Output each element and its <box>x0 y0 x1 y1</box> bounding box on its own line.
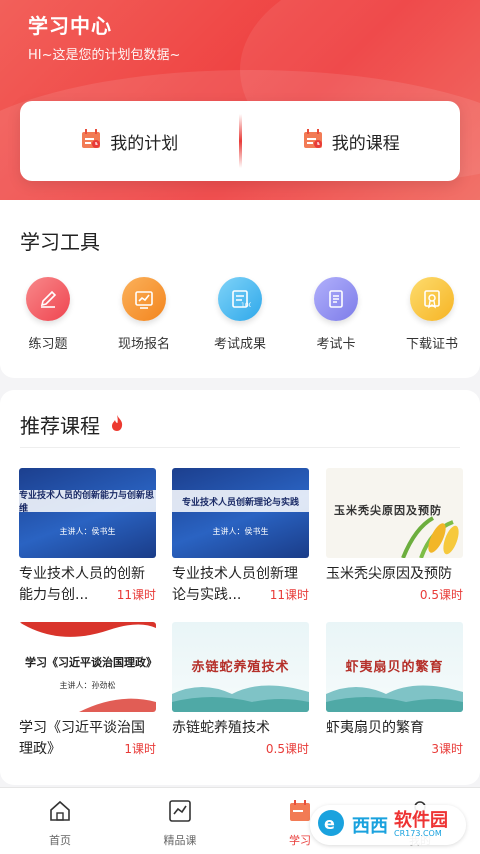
course-hours: 3课时 <box>427 739 463 760</box>
course-hours: 0.5课时 <box>261 739 309 760</box>
tab-label: 精品课 <box>163 834 197 847</box>
svg-text:e: e <box>324 814 335 833</box>
tool-download-certificate[interactable]: 下载证书 <box>384 277 480 352</box>
course-card[interactable]: 学习《习近平谈治国理政》 主讲人：孙劲松 学习《习近平谈治国理政》 1课时 <box>19 622 156 760</box>
course-thumbnail: 学习《习近平谈治国理政》 主讲人：孙劲松 <box>19 622 156 712</box>
tool-practice[interactable]: 练习题 <box>0 277 96 352</box>
chart-icon <box>167 798 193 828</box>
course-card[interactable]: 赤链蛇养殖技术 赤链蛇养殖技术 0.5课时 <box>172 622 309 760</box>
page-subtitle: HI~这是您的计划包数据~ <box>28 48 181 63</box>
thumbnail-title: 虾夷扇贝的繁育 <box>345 660 444 675</box>
course-card[interactable]: 虾夷扇贝的繁育 虾夷扇贝的繁育 3课时 <box>326 622 463 760</box>
my-plan-label: 我的计划 <box>110 133 179 154</box>
thumbnail-title: 学习《习近平谈治国理政》 <box>25 656 156 669</box>
course-card[interactable]: 专业技术人员创新理论与实践 主讲人：侯书生 专业技术人员创新理论与实践... 1… <box>172 468 309 606</box>
report-icon: 100 <box>218 277 262 321</box>
tab-premium-courses[interactable]: 精品课 <box>120 788 240 854</box>
tool-label: 下载证书 <box>405 337 458 352</box>
tools-title: 学习工具 <box>20 230 100 254</box>
svg-text:100: 100 <box>241 302 251 309</box>
course-thumbnail: 专业技术人员创新理论与实践 主讲人：侯书生 <box>172 468 309 558</box>
pencil-icon <box>26 277 70 321</box>
my-course-button[interactable]: 我的课程 <box>242 101 461 181</box>
thumbnail-title: 专业技术人员创新理论与实践 <box>172 490 309 512</box>
course-thumbnail: 赤链蛇养殖技术 <box>172 622 309 712</box>
tab-label: 首页 <box>49 834 71 847</box>
course-hours: 1课时 <box>120 739 156 760</box>
thumbnail-speaker: 主讲人：孙劲松 <box>59 681 116 690</box>
my-plan-button[interactable]: 我的计划 <box>20 101 239 181</box>
plan-course-switch: 我的计划 我的课程 <box>20 101 460 181</box>
calendar-icon <box>302 128 324 154</box>
tab-home[interactable]: 首页 <box>0 788 120 854</box>
thumbnail-title: 赤链蛇养殖技术 <box>191 660 290 675</box>
course-card[interactable]: 专业技术人员的创新能力与创新思维 主讲人：侯书生 专业技术人员的创新能力与创..… <box>19 468 156 606</box>
thumbnail-speaker: 主讲人：侯书生 <box>212 527 269 536</box>
watermark-brand: 西西 <box>352 816 388 837</box>
card-icon <box>314 277 358 321</box>
certificate-icon <box>410 277 454 321</box>
tool-label: 考试卡 <box>316 337 356 352</box>
thumbnail-title: 专业技术人员的创新能力与创新思维 <box>19 490 156 514</box>
watermark-logo: e 西西 软件园 CR173.COM <box>310 805 466 845</box>
tool-label: 练习题 <box>28 337 68 352</box>
corn-illustration <box>401 516 459 558</box>
course-card[interactable]: 玉米秃尖原因及预防 玉米秃尖原因及预防 0.5课时 <box>326 468 463 606</box>
tool-exam-card[interactable]: 考试卡 <box>288 277 384 352</box>
watermark-brand2: 软件园 <box>394 810 448 831</box>
watermark-site: CR173.COM <box>394 829 442 838</box>
recommended-courses-section: 推荐课程 专业技术人员的创新能力与创新思维 主讲人：侯书生 专业技术人员的创新能… <box>0 390 480 785</box>
thumbnail-speaker: 主讲人：侯书生 <box>59 527 116 536</box>
tool-exam-results[interactable]: 100 考试成果 <box>192 277 288 352</box>
learning-tools-section: 学习工具 练习题 现场报名 100 考试成果 考试卡 下载证书 <box>0 200 480 378</box>
tool-onsite-signup[interactable]: 现场报名 <box>96 277 192 352</box>
home-icon <box>47 798 73 828</box>
recommend-title: 推荐课程 <box>20 414 100 438</box>
course-hours: 11课时 <box>265 585 309 606</box>
tool-label: 考试成果 <box>213 337 266 352</box>
course-thumbnail: 玉米秃尖原因及预防 <box>326 468 463 558</box>
course-hours: 0.5课时 <box>415 585 463 606</box>
course-hours: 11课时 <box>112 585 156 606</box>
course-thumbnail: 专业技术人员的创新能力与创新思维 主讲人：侯书生 <box>19 468 156 558</box>
tab-label: 学习 <box>289 834 311 847</box>
chart-icon <box>122 277 166 321</box>
my-course-label: 我的课程 <box>331 133 400 154</box>
e-logo-icon: e <box>316 808 346 842</box>
page-title: 学习中心 <box>28 14 112 38</box>
course-thumbnail: 虾夷扇贝的繁育 <box>326 622 463 712</box>
flame-icon <box>110 414 124 436</box>
tool-label: 现场报名 <box>117 337 170 352</box>
calendar-icon <box>80 128 102 154</box>
